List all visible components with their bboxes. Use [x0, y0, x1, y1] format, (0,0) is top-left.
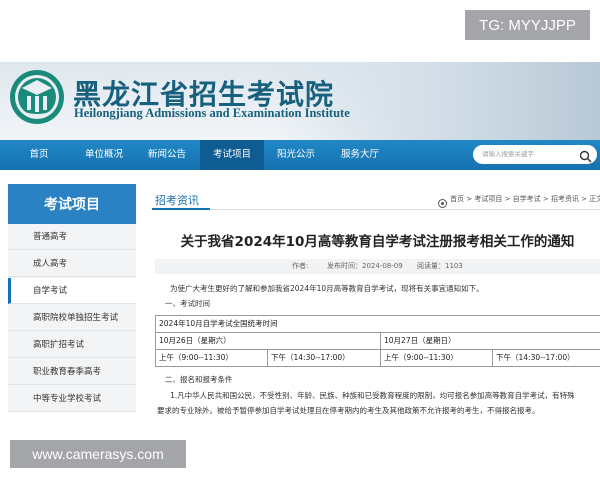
- article-date: 发布时间：2024-08-09: [327, 262, 403, 270]
- table-day-2: 10月27日（星期日）: [384, 336, 456, 345]
- section-heading-1: 一、考试时间: [165, 299, 210, 308]
- sidebar-item-self-study[interactable]: 自学考试: [8, 278, 136, 304]
- sidebar-item-vocational-single[interactable]: 高职院校单独招生考试: [8, 305, 136, 331]
- table-slot: 上午（9:00--11:30）: [384, 353, 458, 362]
- section-title: 招考资讯: [155, 194, 199, 207]
- table-header: 2024年10月自学考试全国统考时间: [159, 319, 278, 328]
- article-paragraph-2: 要求的专业除外。被给予暂停参加自学考试处理且在停考期内的考生及其他政策不允许报考…: [157, 406, 540, 415]
- sidebar-item-adult[interactable]: 成人高考: [8, 251, 136, 277]
- sidebar-item-secondary[interactable]: 中等专业学校考试: [8, 386, 136, 412]
- section-divider: [152, 209, 600, 210]
- location-icon: [438, 193, 447, 208]
- sidebar-item-vocational-expand[interactable]: 高职扩招考试: [8, 332, 136, 358]
- sidebar-heading: 考试项目: [8, 184, 136, 224]
- section-heading-2: 二、报名和报考条件: [165, 375, 233, 384]
- search-input[interactable]: 请输入搜索关键字: [473, 145, 597, 164]
- exam-schedule-table: 2024年10月自学考试全国统考时间 10月26日（星期六） 10月27日（星期…: [155, 315, 600, 367]
- article-paragraph-1: 1.凡中华人民共和国公民，不受性别、年龄、民族、种族和已受教育程度的限制，均可报…: [170, 391, 575, 400]
- nav-item-news[interactable]: 新闻公告: [143, 140, 191, 170]
- nav-item-sunshine[interactable]: 阳光公示: [272, 140, 320, 170]
- nav-item-exams[interactable]: 考试项目: [200, 140, 264, 170]
- nav-item-about[interactable]: 单位概况: [80, 140, 128, 170]
- search-icon[interactable]: [579, 148, 592, 163]
- sidebar-item-gaokao[interactable]: 普通高考: [8, 224, 136, 250]
- article-views: 阅读量：1103: [417, 262, 463, 270]
- institute-logo-icon[interactable]: [8, 68, 66, 126]
- search-placeholder: 请输入搜索关键字: [482, 150, 534, 158]
- site-title-english: Heilongjiang Admissions and Examination …: [74, 106, 350, 120]
- nav-item-service[interactable]: 服务大厅: [336, 140, 384, 170]
- article-title: 关于我省2024年10月高等教育自学考试注册报考相关工作的通知: [180, 234, 575, 250]
- section-divider-accent: [152, 208, 210, 210]
- table-slot: 下午（14:30--17:00）: [271, 353, 350, 362]
- article-author-label: 作者:: [292, 262, 309, 270]
- breadcrumb[interactable]: 首页 > 考试项目 > 自学考试 > 招考资讯 > 正文: [450, 194, 600, 204]
- table-slot: 上午（9:00--11:30）: [159, 353, 233, 362]
- watermark-bottom: www.camerasys.com: [10, 440, 186, 468]
- nav-item-home[interactable]: 首页: [16, 140, 62, 170]
- article-intro: 为使广大考生更好的了解和参加我省2024年10月高等教育自学考试，现将有关事宜通…: [170, 284, 484, 293]
- table-day-1: 10月26日（星期六）: [159, 336, 231, 345]
- sidebar-item-spring-gaokao[interactable]: 职业教育春季高考: [8, 359, 136, 385]
- article-meta: 作者: 发布时间：2024-08-09 阅读量：1103: [155, 259, 600, 274]
- table-slot: 下午（14:30--17:00）: [496, 353, 575, 362]
- watermark-top: TG: MYYJJPP: [465, 10, 590, 40]
